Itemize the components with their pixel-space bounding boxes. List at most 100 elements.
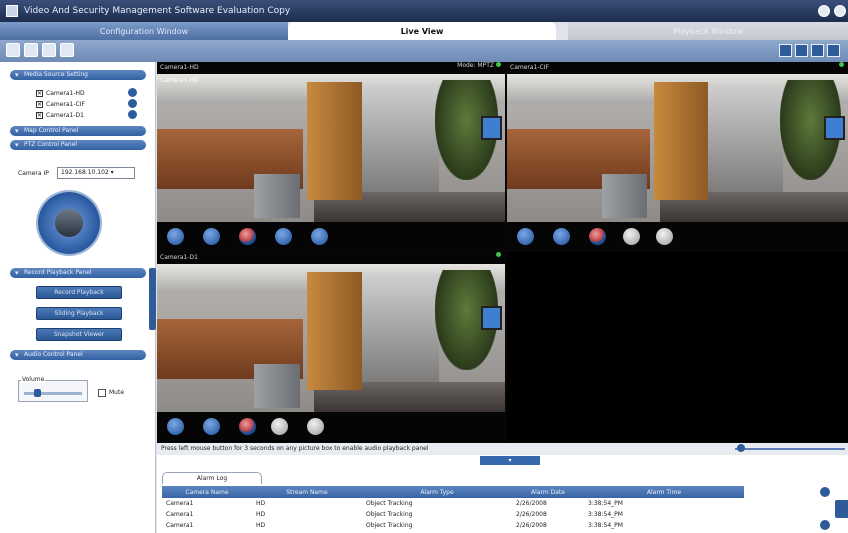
pane-title: Camera1-CIF <box>507 62 848 74</box>
status-ok-icon <box>496 252 501 257</box>
checkbox-checked-icon[interactable]: ✕ <box>36 100 43 108</box>
section-media-source[interactable]: Media Source Setting <box>10 70 146 80</box>
camera-status-icon[interactable] <box>128 88 137 97</box>
cell-camera-name: Camera1 <box>166 522 194 529</box>
camera-status-icon[interactable] <box>128 110 137 119</box>
pane-status <box>494 252 501 259</box>
fullscreen-icon[interactable] <box>307 418 324 435</box>
audio-icon[interactable] <box>553 228 570 245</box>
volume-group <box>18 380 88 402</box>
fullscreen-icon[interactable] <box>311 228 328 245</box>
camera-ip-value: 192.168.10.102 <box>61 169 109 176</box>
camera-label: Camera1-D1 <box>46 111 84 119</box>
sidebar-collapse-handle[interactable] <box>149 268 156 330</box>
column-header[interactable]: Alarm Date <box>512 486 584 498</box>
layout-4x4-icon[interactable] <box>827 44 840 57</box>
layout-1x1-icon[interactable] <box>779 44 792 57</box>
column-header[interactable]: Alarm Time <box>584 486 744 498</box>
cell-camera-name: Camera1 <box>166 511 194 518</box>
pane-status: Mode: MPTZ <box>457 62 501 69</box>
section-ptz-control[interactable]: PTZ Control Panel <box>10 140 146 150</box>
close-icon[interactable] <box>834 5 846 17</box>
snapshot-icon[interactable] <box>167 418 184 435</box>
app-icon <box>6 5 18 17</box>
pane-controls <box>157 412 505 440</box>
chevron-down-icon: ▾ <box>110 169 114 176</box>
table-row[interactable]: Camera1 HD Object Tracking 2/26/2008 3:3… <box>162 509 818 520</box>
tab-playback-window[interactable]: Playback Window <box>568 22 848 40</box>
camera-label: Camera1-CIF <box>46 100 85 108</box>
camera-row[interactable]: ✕ Camera1-CIF <box>36 99 85 109</box>
pane-controls <box>507 222 848 250</box>
video-grid: Camera1-HD Mode: MPTZ Camera1-HD Camera1… <box>157 62 848 443</box>
pane-mode-text: Mode: MPTZ <box>457 62 494 69</box>
camera-feed[interactable] <box>157 264 505 412</box>
column-header[interactable]: Stream Name <box>252 486 362 498</box>
record-icon[interactable] <box>24 43 38 57</box>
collapse-panel-button[interactable]: ▾ <box>480 456 540 465</box>
main-tabs: Configuration Window Live View Playback … <box>0 22 848 40</box>
camera-status-icon[interactable] <box>128 99 137 108</box>
zoom-icon[interactable] <box>271 418 288 435</box>
timeline-track[interactable] <box>735 448 845 450</box>
scroll-down-icon[interactable] <box>820 520 830 530</box>
snapshot-viewer-button[interactable]: Snapshot Viewer <box>36 328 122 341</box>
ptz-center-button[interactable] <box>55 209 83 237</box>
volume-slider-handle[interactable] <box>34 389 41 397</box>
camera-feed[interactable]: Camera1-HD <box>157 74 505 222</box>
audio-icon[interactable] <box>203 418 220 435</box>
record-icon[interactable] <box>239 418 256 435</box>
camera-feed[interactable] <box>507 74 848 222</box>
video-pane[interactable]: Camera1-CIF <box>507 62 848 250</box>
record-icon[interactable] <box>589 228 606 245</box>
search-icon[interactable] <box>42 43 56 57</box>
status-ok-icon <box>496 62 501 67</box>
camera-ip-select[interactable]: 192.168.10.102 ▾ <box>57 167 135 179</box>
zoom-icon[interactable] <box>623 228 640 245</box>
layout-3x3-icon[interactable] <box>811 44 824 57</box>
audio-icon[interactable] <box>203 228 220 245</box>
snapshot-icon[interactable] <box>517 228 534 245</box>
minimize-icon[interactable] <box>818 5 830 17</box>
tab-alarm-log[interactable]: Alarm Log <box>162 472 262 484</box>
video-pane-empty[interactable] <box>507 252 848 442</box>
volume-slider-track[interactable] <box>24 392 82 395</box>
mute-label: Mute <box>109 389 125 396</box>
scroll-up-icon[interactable] <box>820 487 830 497</box>
tab-configuration-window[interactable]: Configuration Window <box>0 22 288 40</box>
window-title: Video And Security Management Software E… <box>24 6 291 16</box>
camera-row[interactable]: ✕ Camera1-D1 <box>36 110 84 120</box>
toolbar <box>0 40 848 62</box>
pane-title: Camera1-D1 <box>157 252 505 264</box>
cell-alarm-type: Object Tracking <box>366 522 413 529</box>
side-panel-toggle[interactable] <box>835 500 848 518</box>
timeline-handle[interactable] <box>737 444 745 452</box>
table-row[interactable]: Camera1 HD Object Tracking 2/26/2008 3:3… <box>162 498 818 509</box>
zoom-icon[interactable] <box>275 228 292 245</box>
section-record-playback[interactable]: Record Playback Panel <box>10 268 146 278</box>
snapshot-icon[interactable] <box>167 228 184 245</box>
section-map-control[interactable]: Map Control Panel <box>10 126 146 136</box>
tab-live-view[interactable]: Live View <box>288 22 556 40</box>
video-pane[interactable]: Camera1-HD Mode: MPTZ Camera1-HD <box>157 62 505 250</box>
camera-row[interactable]: ✕ Camera1-HD <box>36 88 85 98</box>
video-pane[interactable]: Camera1-D1 <box>157 252 505 442</box>
layout-2x2-icon[interactable] <box>795 44 808 57</box>
table-row[interactable]: Camera1 HD Object Tracking 2/26/2008 3:3… <box>162 520 818 531</box>
record-playback-button[interactable]: Record Playback <box>36 286 122 299</box>
mute-checkbox[interactable] <box>98 389 106 397</box>
cell-alarm-date: 2/26/2008 <box>516 511 547 518</box>
sliding-playback-button[interactable]: Sliding Playback <box>36 307 122 320</box>
volume-label: Volume <box>21 376 46 383</box>
checkbox-checked-icon[interactable]: ✕ <box>36 89 43 97</box>
checkbox-checked-icon[interactable]: ✕ <box>36 111 43 119</box>
feed-overlay-text: Camera1-HD <box>160 77 199 84</box>
record-icon[interactable] <box>239 228 256 245</box>
camera-list-icon[interactable] <box>6 43 20 57</box>
section-audio-control[interactable]: Audio Control Panel <box>10 350 146 360</box>
column-header[interactable]: Camera Name <box>162 486 252 498</box>
settings-icon[interactable] <box>60 43 74 57</box>
column-header[interactable]: Alarm Type <box>362 486 512 498</box>
cell-alarm-time: 3:38:54_PM <box>588 522 623 529</box>
fullscreen-icon[interactable] <box>656 228 673 245</box>
